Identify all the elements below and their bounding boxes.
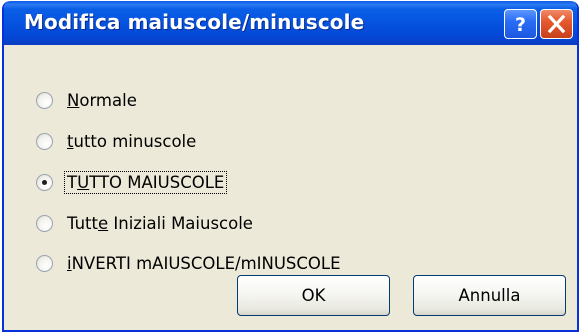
radio-tutto-minuscole[interactable]: [36, 132, 53, 150]
option-label: tutto minuscole: [67, 131, 197, 151]
option-tutto-minuscole[interactable]: tutto minuscole: [36, 128, 199, 154]
radio-tutte-iniziali-maiuscole[interactable]: [36, 214, 53, 232]
option-label: iNVERTI mAIUSCOLE/mINUSCOLE: [67, 253, 341, 273]
option-normale[interactable]: Normale: [36, 87, 140, 113]
option-tutte-iniziali-maiuscole[interactable]: Tutte Iniziali Maiuscole: [36, 210, 256, 236]
option-label: Tutte Iniziali Maiuscole: [67, 213, 253, 233]
change-case-dialog: Modifica maiuscole/minuscole ? Normale t…: [2, 1, 579, 332]
dialog-title: Modifica maiuscole/minuscole: [24, 10, 365, 34]
radio-tutto-maiuscole[interactable]: [36, 173, 53, 191]
radio-normale[interactable]: [36, 91, 53, 109]
dialog-body: Normale tutto minuscole TUTTO MAIUSCOLE …: [4, 45, 577, 330]
option-label: Normale: [67, 90, 137, 110]
question-mark-icon: ?: [515, 14, 526, 36]
option-tutto-maiuscole[interactable]: TUTTO MAIUSCOLE: [36, 169, 228, 195]
screen: Modifica maiuscole/minuscole ? Normale t…: [0, 0, 587, 336]
close-button[interactable]: [540, 9, 573, 39]
cancel-button[interactable]: Annulla: [413, 275, 566, 316]
option-label: TUTTO MAIUSCOLE: [64, 170, 228, 194]
ok-button[interactable]: OK: [237, 275, 390, 316]
help-button[interactable]: ?: [504, 9, 537, 39]
close-icon: [547, 14, 566, 34]
svg-text:?: ?: [515, 14, 526, 36]
title-bar[interactable]: Modifica maiuscole/minuscole ?: [4, 1, 577, 45]
option-inverti[interactable]: iNVERTI mAIUSCOLE/mINUSCOLE: [36, 250, 344, 276]
radio-inverti[interactable]: [36, 254, 53, 272]
